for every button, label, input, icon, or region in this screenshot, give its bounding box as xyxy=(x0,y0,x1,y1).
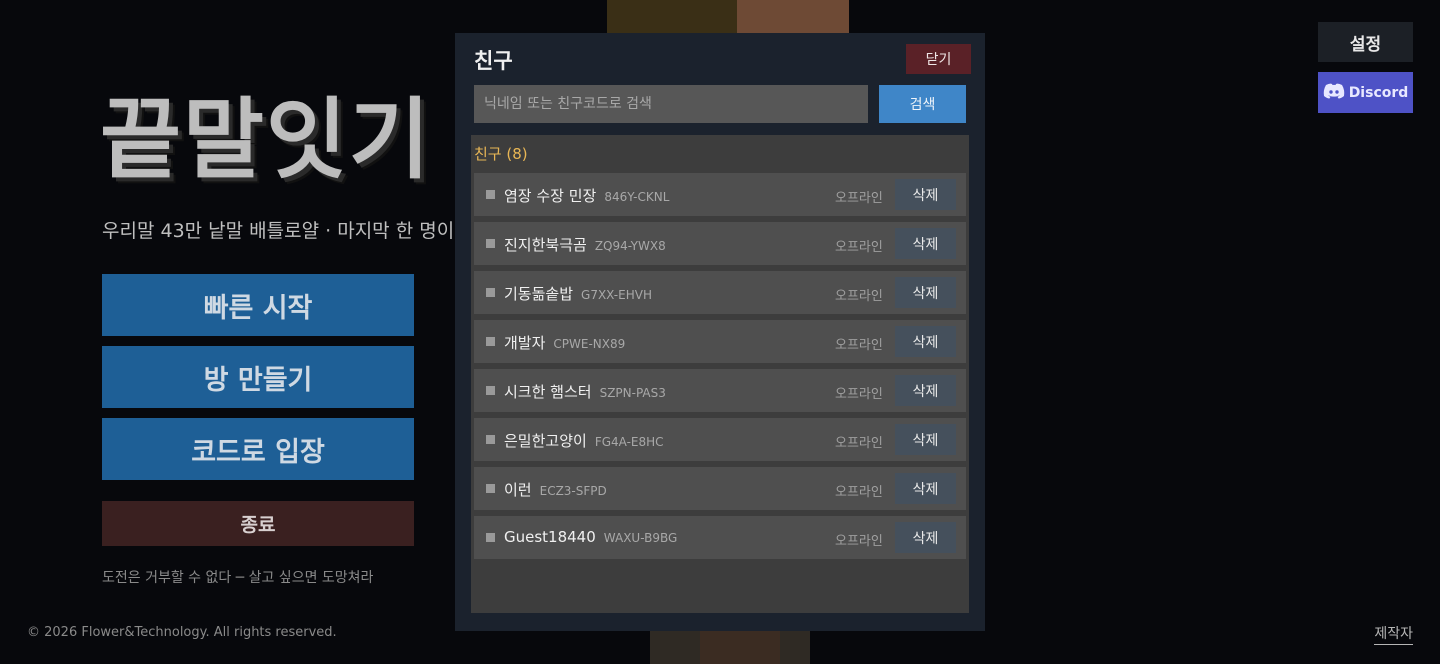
status-dot-icon xyxy=(486,484,495,493)
status-dot-icon xyxy=(486,239,495,248)
friend-row: 염장 수장 민장 846Y-CKNL 오프라인 삭제 xyxy=(474,173,966,216)
friend-name: 은밀한고양이 FG4A-E8HC xyxy=(504,432,664,450)
friend-status: 오프라인 xyxy=(835,534,883,549)
friends-modal: 친구 닫기 검색 친구 (8) 염장 수장 민장846Y-CKNL 오프라인 삭… xyxy=(455,33,985,631)
status-dot-icon xyxy=(486,190,495,199)
friend-name: 기동돎솥밥 G7XX-EHVH xyxy=(504,285,652,303)
friend-code: G7XX-EHVH xyxy=(581,288,652,302)
friend-list: 염장 수장 민장 846Y-CKNL 오프라인 삭제 진지한북극곰 ZQ94-YWX… xyxy=(474,173,966,565)
status-dot-icon xyxy=(486,435,495,444)
delete-friend-button[interactable]: 삭제 xyxy=(895,375,956,406)
friend-row: 진지한북극곰 ZQ94-YWX8 오프라인 삭제 xyxy=(474,222,966,265)
background-figure-top-left xyxy=(607,0,737,34)
friend-row: 은밀한고양이 FG4A-E8HC 오프라인 삭제 xyxy=(474,418,966,461)
friend-status: 오프라인 xyxy=(835,338,883,353)
friend-name: 이런 ECZ3-SFPD xyxy=(504,481,607,499)
friend-row: 기동돎솥밥 G7XX-EHVH 오프라인 삭제 xyxy=(474,271,966,314)
credits-link[interactable]: 제작자 xyxy=(1374,623,1413,645)
delete-friend-button[interactable]: 삭제 xyxy=(895,522,956,553)
discord-button[interactable]: Discord xyxy=(1318,72,1413,113)
status-dot-icon xyxy=(486,533,495,542)
friend-code: 846Y-CKNL xyxy=(604,190,670,204)
friend-name: 시크한 햄스터 SZPN-PAS3 xyxy=(504,383,666,401)
friend-row: Guest18440 WAXU-B9BG 오프라인 삭제 xyxy=(474,516,966,559)
friend-name: 진지한북극곰 ZQ94-YWX8 xyxy=(504,236,666,254)
friend-row: 시크한 햄스터 SZPN-PAS3 오프라인 삭제 xyxy=(474,369,966,412)
delete-friend-button[interactable]: 삭제 xyxy=(895,277,956,308)
game-title: 끝말잇기 xyxy=(100,88,432,191)
copyright: © 2026 Flower&Technology. All rights res… xyxy=(27,625,337,640)
friend-status: 오프라인 xyxy=(835,485,883,500)
background-figure-bottom-center xyxy=(700,630,780,664)
discord-label: Discord xyxy=(1348,84,1409,101)
friends-panel[interactable]: 친구 (8) 염장 수장 민장 846Y-CKNL 오프라인 삭제 진지한북극곰 Z… xyxy=(471,135,969,613)
friend-row: 이런 ECZ3-SFPD 오프라인 삭제 xyxy=(474,467,966,510)
friend-search-input[interactable] xyxy=(474,85,868,123)
friend-code: WAXU-B9BG xyxy=(603,531,678,545)
friend-code: ECZ3-SFPD xyxy=(539,484,607,498)
delete-friend-button[interactable]: 삭제 xyxy=(895,228,956,259)
friend-status: 오프라인 xyxy=(835,387,883,402)
join-by-code-button[interactable]: 코드로 입장 xyxy=(102,418,414,480)
friend-code: ZQ94-YWX8 xyxy=(594,239,666,253)
create-room-button[interactable]: 방 만들기 xyxy=(102,346,414,408)
tagline: 도전은 거부할 수 없다 ─ 살고 싶으면 도망쳐라 xyxy=(102,570,374,586)
discord-icon xyxy=(1323,83,1345,103)
close-button[interactable]: 닫기 xyxy=(906,44,971,74)
friend-status: 오프라인 xyxy=(835,436,883,451)
friend-code: SZPN-PAS3 xyxy=(599,386,666,400)
status-dot-icon xyxy=(486,288,495,297)
friends-count-header: 친구 (8) xyxy=(474,145,528,163)
quick-start-button[interactable]: 빠른 시작 xyxy=(102,274,414,336)
exit-button[interactable]: 종료 xyxy=(102,501,414,546)
delete-friend-button[interactable]: 삭제 xyxy=(895,179,956,210)
friend-code: CPWE-NX89 xyxy=(553,337,626,351)
friend-name: 염장 수장 민장 846Y-CKNL xyxy=(504,187,670,205)
friend-status: 오프라인 xyxy=(835,289,883,304)
modal-title: 친구 xyxy=(474,49,513,73)
friend-status: 오프라인 xyxy=(835,240,883,255)
friend-name: Guest18440 WAXU-B9BG xyxy=(504,528,678,546)
status-dot-icon xyxy=(486,337,495,346)
friend-name: 개발자 CPWE-NX89 xyxy=(504,334,626,352)
background-figure-top-right xyxy=(737,0,849,34)
game-subtitle: 우리말 43만 낱말 배틀로얄 · 마지막 한 명이 xyxy=(102,220,455,242)
delete-friend-button[interactable]: 삭제 xyxy=(895,326,956,357)
friend-code: FG4A-E8HC xyxy=(594,435,664,449)
delete-friend-button[interactable]: 삭제 xyxy=(895,473,956,504)
search-button[interactable]: 검색 xyxy=(879,85,966,123)
settings-button[interactable]: 설정 xyxy=(1318,22,1413,62)
friend-row: 개발자 CPWE-NX89 오프라인 삭제 xyxy=(474,320,966,363)
delete-friend-button[interactable]: 삭제 xyxy=(895,424,956,455)
status-dot-icon xyxy=(486,386,495,395)
friend-status: 오프라인 xyxy=(835,191,883,206)
